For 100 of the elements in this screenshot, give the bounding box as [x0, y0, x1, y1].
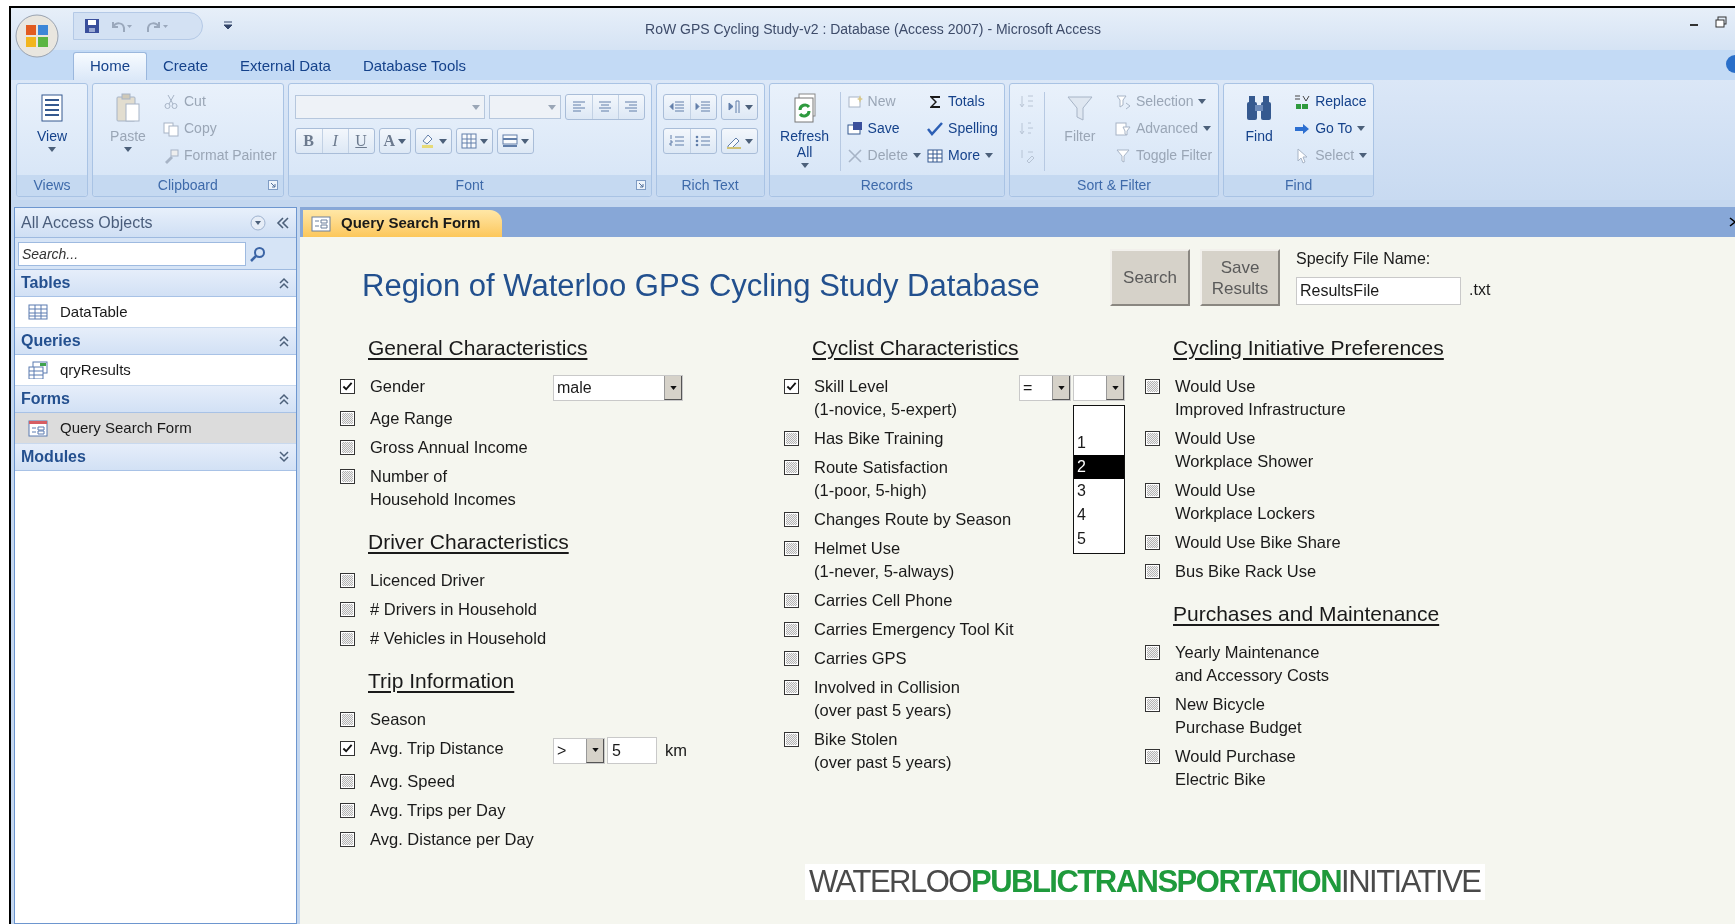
checkbox[interactable] [784, 512, 799, 527]
checkbox[interactable] [1145, 483, 1160, 498]
bullet-list-icon [695, 133, 712, 149]
nav-item[interactable]: Query Search Form [15, 413, 296, 444]
italic-button[interactable]: I [321, 129, 348, 153]
checkbox[interactable] [1145, 431, 1160, 446]
dialog-launcher-icon[interactable] [635, 180, 646, 190]
checkbox[interactable] [340, 774, 355, 789]
checkbox[interactable] [340, 379, 355, 394]
font-color-button[interactable]: A [379, 129, 411, 153]
checkbox[interactable] [1145, 645, 1160, 660]
chevron-up-icon [278, 277, 290, 289]
ribbon-button[interactable]: More [927, 142, 998, 169]
text-field[interactable]: 5 [607, 737, 657, 764]
checkbox[interactable] [1145, 564, 1160, 579]
underline-button[interactable]: U [347, 129, 374, 153]
caret-icon [800, 163, 809, 168]
group-label: Clipboard [157, 176, 218, 195]
checkbox-label: Avg. Speed [370, 771, 456, 792]
checkbox[interactable] [1145, 379, 1160, 394]
ribbon-tab[interactable]: External Data [224, 52, 347, 80]
ribbon-button[interactable]: Find [1230, 88, 1289, 172]
field-label: Specify File Name: [1296, 249, 1432, 269]
group-label: Sort & Filter [1077, 176, 1151, 195]
form-button[interactable]: Save Results [1200, 249, 1280, 306]
customize-icon[interactable] [223, 20, 233, 30]
caret-icon [547, 104, 556, 110]
checkbox[interactable] [784, 622, 799, 637]
ribbon-button[interactable]: Refresh All [775, 88, 834, 172]
dropdown-icon[interactable] [250, 214, 266, 231]
dropdown-option[interactable]: 1 [1074, 431, 1124, 455]
checkbox[interactable] [784, 732, 799, 747]
dropdown-option[interactable]: 2 [1074, 455, 1124, 479]
ribbon-button[interactable]: Go To [1294, 115, 1368, 142]
checkbox[interactable] [340, 469, 355, 484]
file-name-field[interactable]: ResultsFile [1296, 277, 1461, 305]
group-header[interactable]: Modules [15, 444, 296, 471]
dropdown-option[interactable]: 5 [1074, 527, 1124, 551]
bold-button[interactable]: B [295, 129, 322, 153]
checkbox[interactable] [340, 573, 355, 588]
ribbon-button[interactable]: Spelling [927, 115, 998, 142]
checkbox[interactable] [784, 541, 799, 556]
checkbox[interactable] [1145, 749, 1160, 764]
ribbon-tab[interactable]: Home [73, 52, 147, 80]
checkbox-label: Bike Stolen (over past 5 years) [814, 729, 953, 773]
checkbox[interactable] [784, 431, 799, 446]
combo-box[interactable]: = [1019, 375, 1071, 401]
caret-icon [1057, 385, 1065, 390]
checkbox[interactable] [340, 440, 355, 455]
search-field[interactable]: Search... [18, 241, 246, 266]
checkbox[interactable] [340, 832, 355, 847]
checkbox[interactable] [340, 631, 355, 646]
dropdown-option[interactable]: 3 [1074, 479, 1124, 503]
group-label: Font [455, 176, 484, 195]
checkbox[interactable] [340, 712, 355, 727]
combo-box[interactable]: male [553, 375, 683, 401]
advanced-filter-icon [1114, 120, 1131, 137]
dialog-launcher-icon[interactable] [267, 180, 278, 190]
checkbox[interactable] [784, 379, 799, 394]
group-header[interactable]: Tables [15, 270, 296, 297]
save-icon[interactable] [84, 18, 100, 34]
ribbon-button[interactable]: Totals [927, 88, 998, 115]
checkbox[interactable] [1145, 535, 1160, 550]
checkbox[interactable] [1145, 697, 1160, 712]
caret-icon [48, 147, 56, 152]
checkbox-label: Licenced Driver [370, 570, 486, 591]
ribbon-tab[interactable]: Database Tools [346, 52, 483, 80]
checkbox-label: Avg. Trips per Day [370, 800, 507, 821]
checkbox[interactable] [340, 741, 355, 756]
checkbox[interactable] [340, 803, 355, 818]
ribbon-button[interactable]: Save [846, 115, 922, 142]
combo-box[interactable]: > [553, 737, 605, 764]
scissors-icon [163, 93, 179, 110]
checkbox[interactable] [784, 593, 799, 608]
search-icon[interactable] [250, 245, 266, 262]
checkbox[interactable] [784, 680, 799, 695]
ribbon-tab[interactable]: Create [147, 52, 225, 80]
group-header[interactable]: Queries [15, 328, 296, 355]
collapse-icon[interactable] [276, 216, 290, 229]
dropdown-option[interactable]: 4 [1074, 503, 1124, 527]
document-tab[interactable]: Query Search Form [303, 210, 503, 237]
group-header[interactable]: Forms [15, 386, 296, 413]
form-button[interactable]: Search [1110, 249, 1190, 306]
checkbox-label: Bus Bike Rack Use [1175, 561, 1318, 582]
close-icon[interactable] [1729, 217, 1735, 227]
ribbon-button[interactable]: View [23, 88, 81, 172]
group-label: Rich Text [681, 176, 739, 195]
checkbox[interactable] [340, 411, 355, 426]
combo-box[interactable] [1073, 375, 1125, 401]
checkbox[interactable] [784, 651, 799, 666]
checkbox[interactable] [340, 602, 355, 617]
ribbon-button[interactable]: Replace [1294, 88, 1368, 115]
caret-icon [913, 153, 922, 158]
checkmark-icon [342, 743, 353, 754]
funnel-icon [1114, 147, 1131, 164]
outdent-icon [668, 99, 685, 115]
restore-icon[interactable] [1715, 16, 1727, 28]
checkbox-label: Would Use Improved Infrastructure [1175, 376, 1347, 420]
checkbox[interactable] [784, 460, 799, 475]
section-heading: Purchases and Maintenance [1172, 601, 1441, 627]
